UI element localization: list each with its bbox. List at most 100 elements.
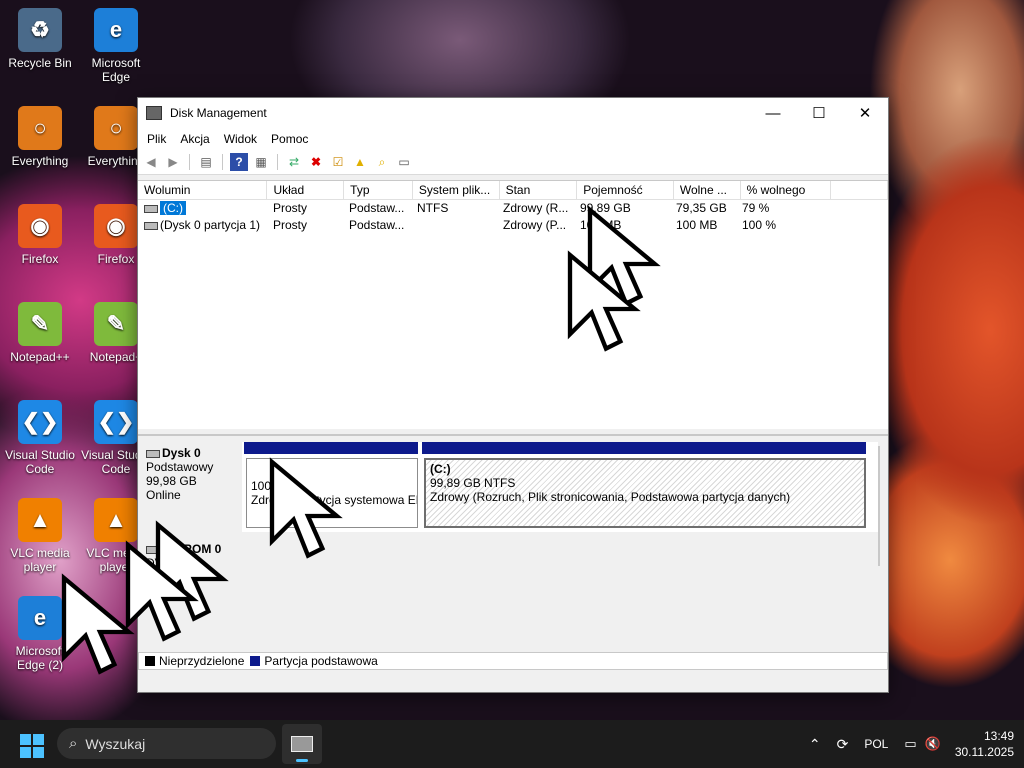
- minimize-button[interactable]: —: [750, 98, 796, 128]
- app-icon: ○: [94, 106, 138, 150]
- view-icon[interactable]: ▭: [395, 153, 413, 171]
- vertical-scrollbar[interactable]: [878, 446, 880, 566]
- c-partition[interactable]: (C:) 99,89 GB NTFS Zdrowy (Rozruch, Plik…: [424, 458, 866, 528]
- cell: 100 MB: [580, 218, 622, 232]
- disk-management-icon: [146, 106, 162, 120]
- disk-management-window: Disk Management — ☐ ✕ Plik Akcja Widok P…: [137, 97, 889, 693]
- cdrom-0-area: [242, 538, 872, 632]
- app-icon: ◉: [94, 204, 138, 248]
- cdrom-icon: [146, 545, 160, 554]
- chevron-up-icon[interactable]: ⌃: [809, 736, 821, 753]
- legend: Nieprzydzielone Partycja podstawowa: [138, 652, 888, 670]
- desktop-icon-label: VLC media player: [10, 546, 70, 574]
- cell: Podstaw...: [349, 201, 405, 215]
- clock[interactable]: 13:49 30.11.2025: [955, 728, 1014, 760]
- disk-size: 99,98 GB: [146, 474, 197, 488]
- menu-akcja[interactable]: Akcja: [173, 132, 216, 146]
- table-row[interactable]: (C:) Prosty Podstaw... NTFS Zdrowy (R...…: [138, 200, 888, 217]
- disk-type: Podstawowy: [146, 460, 214, 474]
- app-icon: ▲: [94, 498, 138, 542]
- cdrom-drive: DVD (D:): [146, 556, 195, 570]
- menu-plik[interactable]: Plik: [140, 132, 173, 146]
- volume-icon: [144, 221, 158, 230]
- partition-status: Zdrowy (Partycja systemowa EFI): [251, 493, 418, 507]
- legend-swatch-unallocated: [145, 656, 155, 666]
- search-folder-icon[interactable]: ⌕: [373, 153, 391, 171]
- app-icon: ❮❯: [94, 400, 138, 444]
- desktop-icon-label: Notepad++: [10, 350, 70, 364]
- menu-pomoc[interactable]: Pomoc: [264, 132, 315, 146]
- volume-list: Wolumin Układ Typ System plik... Stan Po…: [138, 180, 889, 429]
- taskbar-disk-management[interactable]: [282, 724, 322, 764]
- column-header[interactable]: System plik...: [413, 181, 500, 199]
- cell: Prosty: [273, 218, 308, 232]
- efi-partition[interactable]: 100 MB Zdrowy (Partycja systemowa EFI): [246, 458, 418, 528]
- app-icon: ✎: [18, 302, 62, 346]
- toolbar-separator: [222, 154, 223, 170]
- up-folder-icon[interactable]: ▲: [351, 153, 369, 171]
- desktop-icon[interactable]: ❮❯ Visual Studio Code: [2, 400, 78, 476]
- desktop-icon-label: Firefox: [21, 252, 59, 266]
- cell: Podstaw...: [349, 218, 405, 232]
- close-button[interactable]: ✕: [842, 98, 888, 128]
- legend-unallocated: Nieprzydzielone: [159, 654, 245, 668]
- volume-muted-icon[interactable]: 🔇: [925, 736, 941, 752]
- volume-name: (Dysk 0 partycja 1): [160, 218, 261, 232]
- partition-name: (C:): [430, 462, 451, 476]
- partition-status: Zdrowy (Rozruch, Plik stronicowania, Pod…: [430, 490, 791, 504]
- maximize-button[interactable]: ☐: [796, 98, 842, 128]
- desktop-icon[interactable]: ✎ Notepad++: [2, 302, 78, 364]
- volume-name: (C:): [160, 201, 186, 215]
- disk-management-icon: [291, 736, 313, 752]
- legend-swatch-primary: [250, 656, 261, 666]
- column-header[interactable]: Typ: [344, 181, 413, 199]
- column-header[interactable]: % wolnego: [741, 181, 832, 199]
- menu-widok[interactable]: Widok: [217, 132, 264, 146]
- sync-icon[interactable]: ⟳: [837, 736, 849, 753]
- search-box[interactable]: ⌕ Wyszukaj: [57, 728, 276, 759]
- cell: Zdrowy (R...: [503, 201, 569, 215]
- forward-icon[interactable]: ▶: [164, 153, 182, 171]
- toolbar-separator: [277, 154, 278, 170]
- cell: [411, 217, 497, 234]
- start-button[interactable]: [20, 734, 44, 758]
- title-bar[interactable]: Disk Management — ☐ ✕: [138, 98, 888, 128]
- column-header[interactable]: Pojemność: [577, 181, 674, 199]
- cell: 100 MB: [676, 218, 718, 232]
- connect-icon[interactable]: ⇄: [285, 153, 303, 171]
- partition-bar: [422, 442, 866, 454]
- column-header[interactable]: Wolumin: [138, 181, 268, 199]
- toolbar: ◀ ▶ ▤ ? ▦ ⇄ ✖ ☑ ▲ ⌕ ▭: [138, 150, 888, 175]
- cdrom-0-label[interactable]: CD-ROM 0 DVD (D:): [138, 538, 242, 632]
- desktop-icon[interactable]: ◉ Firefox: [2, 204, 78, 266]
- column-header[interactable]: Wolne ...: [674, 181, 741, 199]
- list-header: Wolumin Układ Typ System plik... Stan Po…: [138, 181, 889, 200]
- app-icon: ▲: [18, 498, 62, 542]
- console-tree-icon[interactable]: ▤: [197, 153, 215, 171]
- language-indicator[interactable]: POL: [864, 737, 888, 751]
- desktop-icon[interactable]: ♻ Recycle Bin: [2, 8, 78, 70]
- table-row[interactable]: (Dysk 0 partycja 1) Prosty Podstaw... Zd…: [138, 217, 888, 234]
- delete-icon[interactable]: ✖: [307, 153, 325, 171]
- disk-state: Online: [146, 488, 181, 502]
- search-placeholder: Wyszukaj: [85, 735, 146, 752]
- desktop-icon[interactable]: e Microsoft Edge (2): [2, 596, 78, 672]
- desktop-icon[interactable]: ○ Everything: [2, 106, 78, 168]
- cell: NTFS: [417, 201, 449, 215]
- desktop-icon[interactable]: ▲ VLC media player: [2, 498, 78, 574]
- window-title: Disk Management: [170, 106, 267, 120]
- network-icon[interactable]: ▭: [904, 736, 916, 752]
- legend-primary: Partycja podstawowa: [264, 654, 378, 668]
- disk-0-label[interactable]: Dysk 0 Podstawowy 99,98 GB Online: [138, 442, 242, 532]
- partition-bar: [244, 442, 418, 454]
- app-icon: e: [18, 596, 62, 640]
- column-header[interactable]: Stan: [500, 181, 578, 199]
- properties-icon[interactable]: ▦: [252, 153, 270, 171]
- help-icon[interactable]: ?: [230, 153, 248, 171]
- desktop-icon-label: Everything: [11, 154, 69, 168]
- desktop-icon[interactable]: e Microsoft Edge: [78, 8, 154, 84]
- column-header[interactable]: Układ: [267, 181, 345, 199]
- cell: 79,35 GB: [676, 201, 727, 215]
- back-icon[interactable]: ◀: [142, 153, 160, 171]
- check-icon[interactable]: ☑: [329, 153, 347, 171]
